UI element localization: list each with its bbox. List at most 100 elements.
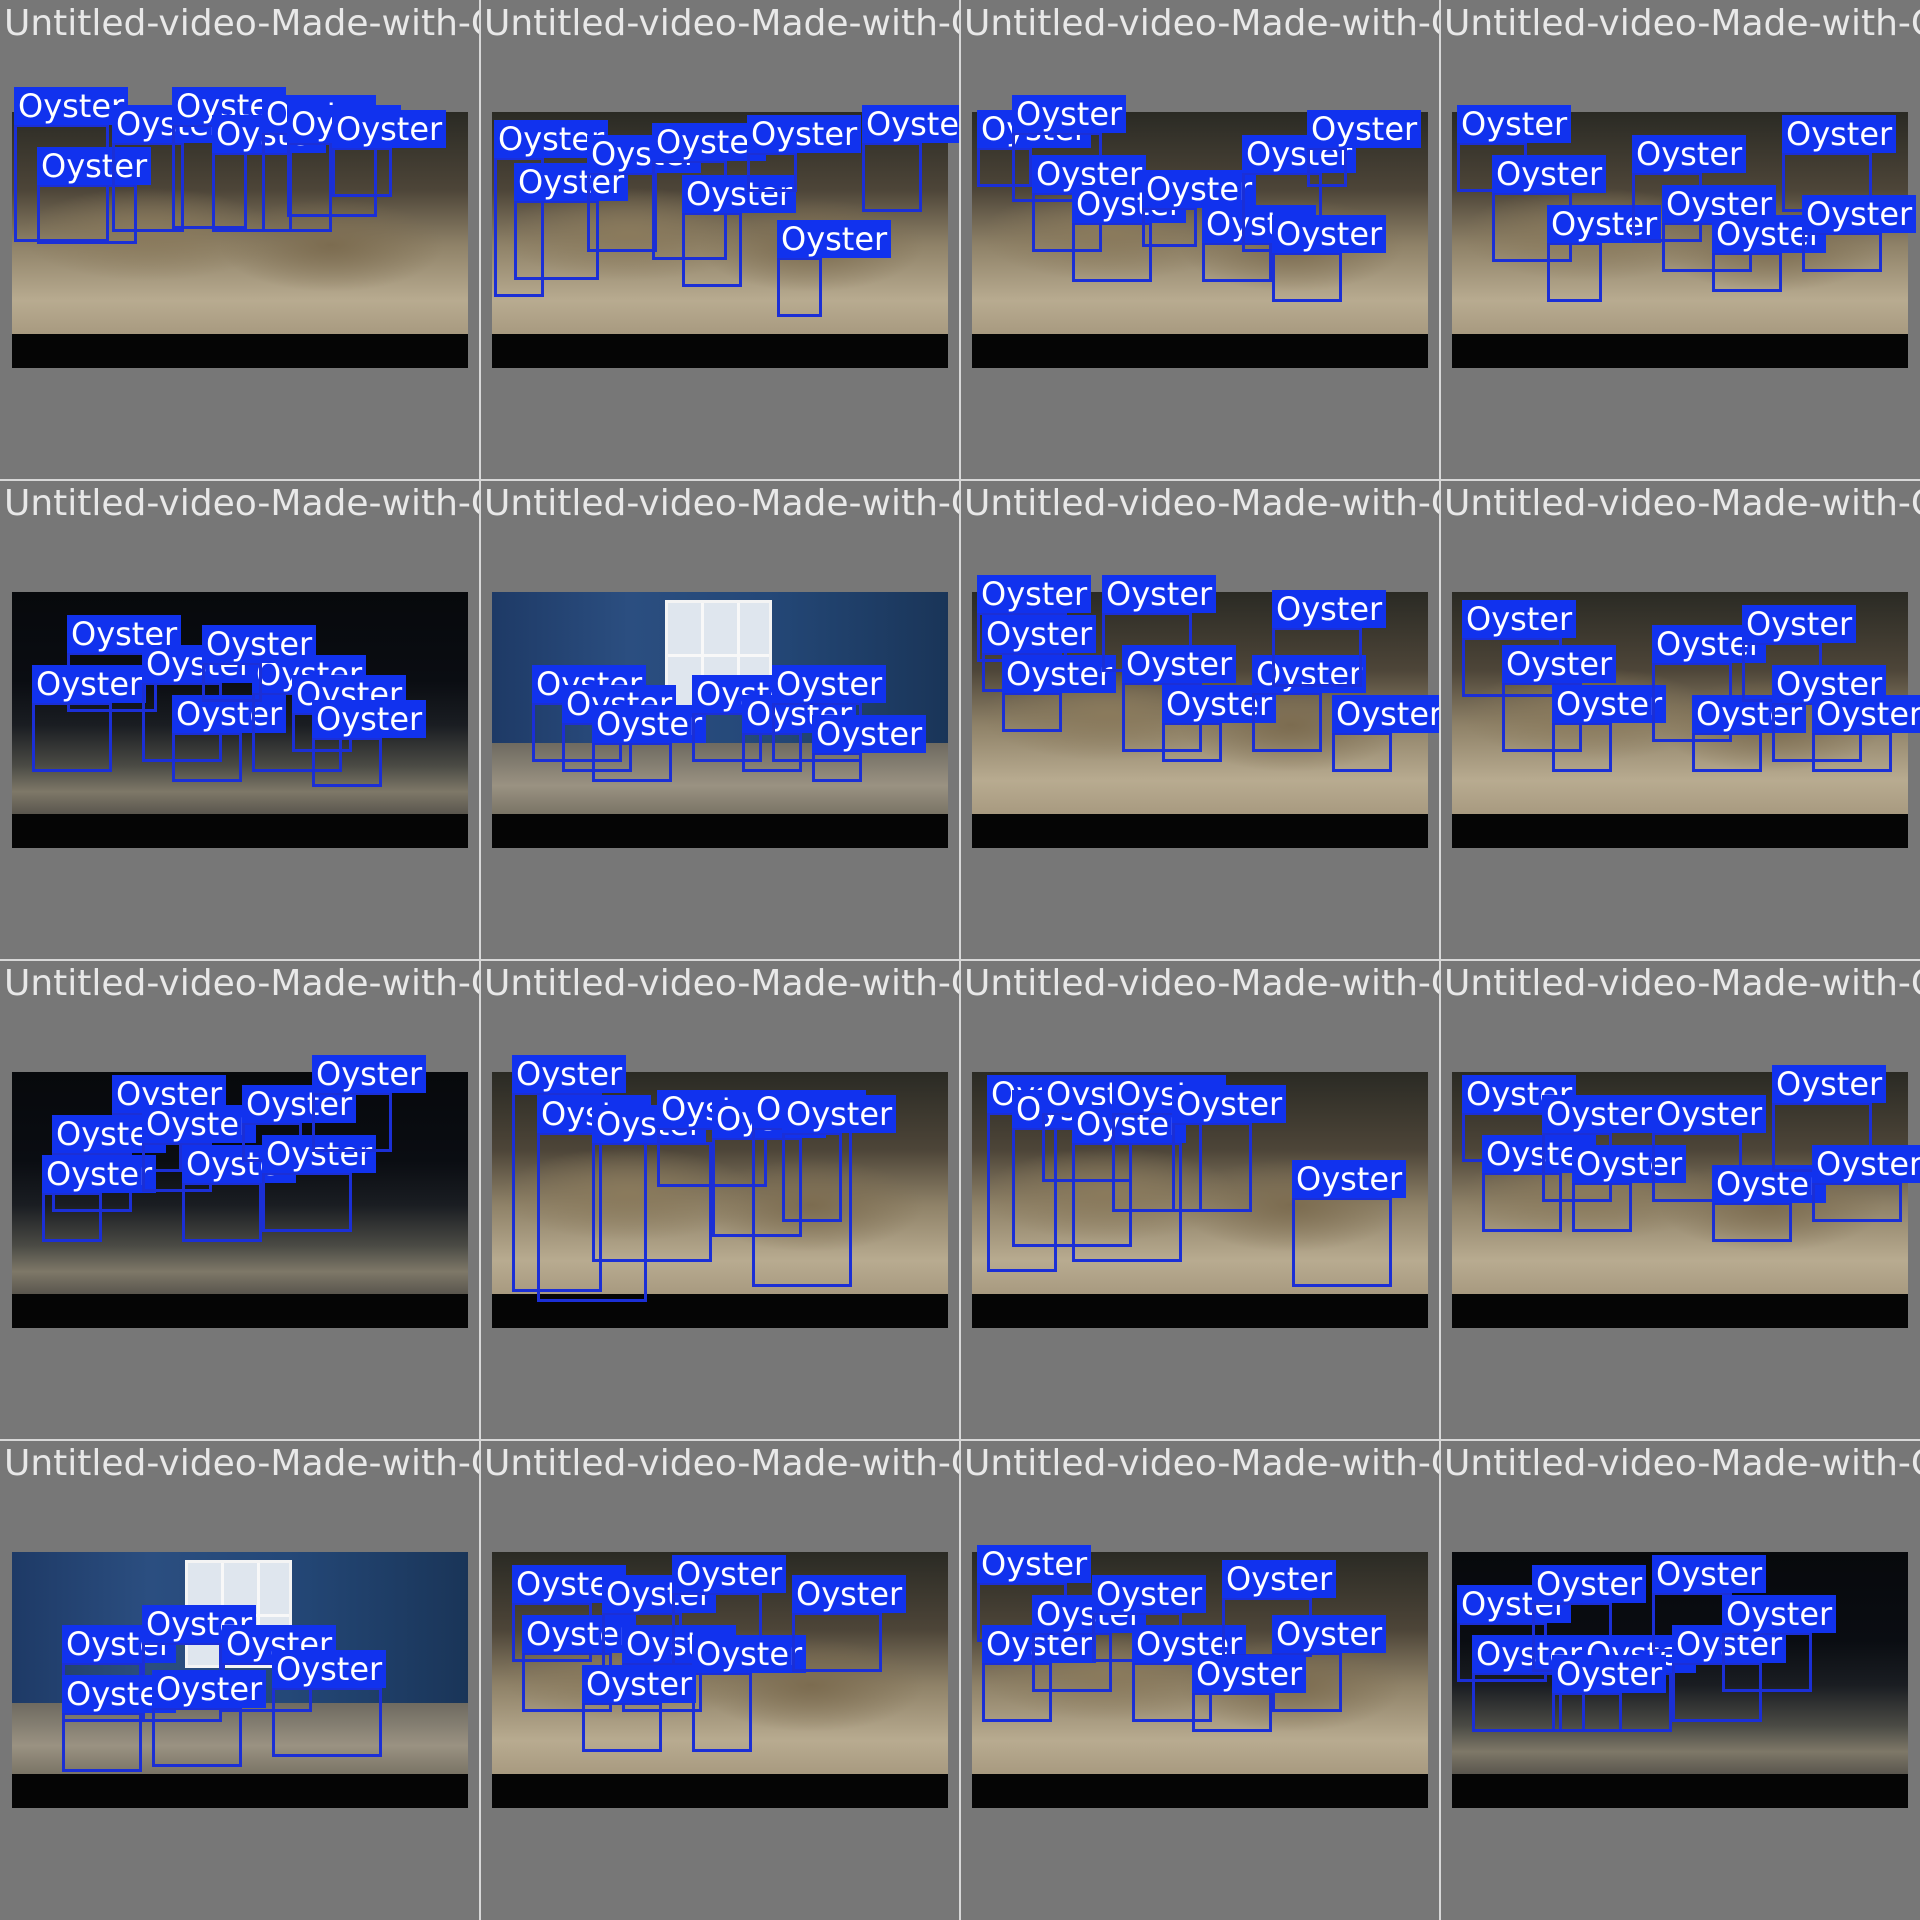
oyster-detection-box: Oyster (272, 1650, 387, 1757)
tile-title: Untitled-video-Made-with-Clipchamp_mp4-0 (964, 1443, 1440, 1484)
detection-layer: OysterOysterOysterOysterOysterOysterOyst… (960, 960, 1440, 1440)
detection-label: Oyster (1502, 645, 1617, 683)
detection-label: Oyster (1462, 600, 1577, 638)
grid-divider (1439, 0, 1441, 1920)
oyster-detection-box: Oyster (692, 1635, 807, 1752)
detection-label: Oyster (1532, 1565, 1647, 1603)
detection-label: Oyster (1332, 695, 1440, 733)
oyster-detection-box: Oyster (1292, 1160, 1407, 1287)
oyster-detection-box: Oyster (332, 110, 447, 197)
oyster-detection-box: Oyster (1572, 1145, 1687, 1232)
grid-divider (959, 0, 961, 1920)
oyster-detection-box: Oyster (1712, 215, 1827, 292)
detection-label: Oyster (1002, 655, 1117, 693)
oyster-detection-box: Oyster (312, 700, 427, 787)
detection-label: Oyster (862, 105, 960, 143)
detection-tile: Untitled-video-Made-with-Clipchamp_mp4-0… (1440, 0, 1920, 480)
detection-label: Oyster (1092, 1575, 1207, 1613)
oyster-detection-box: Oyster (1472, 1635, 1587, 1732)
detection-label: Oyster (312, 1055, 427, 1093)
oyster-detection-box: Oyster (1307, 110, 1422, 187)
tile-title: Untitled-video-Made-with-Clipchamp_mp4-0 (1444, 483, 1920, 524)
detection-tile: Untitled-video-Made-with-Clipchamp_mp4-0… (960, 480, 1440, 960)
detection-layer: Oyster Oyster Oyster Oyster Oyster Oyster (0, 1440, 480, 1920)
grid-divider (479, 0, 481, 1920)
detection-label: Oyster (1652, 1095, 1767, 1133)
detection-label: Oyster (1772, 1065, 1887, 1103)
oyster-detection-box: Oyster (1192, 1655, 1307, 1732)
tile-title: Untitled-video-Made-with-Clipchamp_mp4-0 (4, 3, 480, 44)
tile-title: Untitled-video-Made-with-Clipchamp_mp4-0 (964, 3, 1440, 44)
detection-label: Oyster (1742, 605, 1857, 643)
detection-tile: Untitled-video-Made-with-Clipchamp_mp4-0… (480, 0, 960, 480)
detection-label: Oyster (1122, 645, 1237, 683)
oyster-detection-box: Oyster (312, 1055, 427, 1152)
detection-label: Oyster (42, 1155, 157, 1193)
detection-label: Oyster (332, 110, 447, 148)
detection-label: Oyster (1192, 1655, 1307, 1693)
oyster-detection-box: Oyster (592, 705, 707, 782)
detection-label: Oyster (1457, 105, 1572, 143)
tile-title: Untitled-video-Made-with-Clipchamp_mp4-0 (484, 483, 960, 524)
detection-tile: Untitled-video-Made-with-Clipchamp_mp4-0… (1440, 960, 1920, 1440)
detection-label: Oyster (152, 1670, 267, 1708)
oyster-detection-box: Oyster (182, 1145, 297, 1242)
detection-label: Oyster (772, 665, 887, 703)
detection-label: Oyster (1222, 1560, 1337, 1598)
oyster-detection-box: Oyster (262, 1135, 377, 1232)
detection-label: Oyster (692, 1635, 807, 1673)
oyster-detection-box: Oyster (1142, 170, 1257, 247)
oyster-detection-box: Oyster (42, 1155, 157, 1242)
detection-tile: Untitled-video-Made-with-Clipchamp_mp4-0… (0, 0, 480, 480)
tile-title: Untitled-video-Made-with-Clipchamp_mp4-0 (4, 483, 480, 524)
oyster-detection-box: Oyster (682, 175, 797, 287)
detection-label: Oyster (1552, 1655, 1667, 1693)
detection-layer: OysterOysterOysterOysterOysterOysterOyst… (960, 0, 1440, 480)
oyster-detection-box: Oyster (1552, 1655, 1667, 1732)
tile-title: Untitled-video-Made-with-Clipchamp_mp4-0 (484, 3, 960, 44)
tile-title: Untitled-video-Made-with-Clipchamp_mp4-0 (964, 963, 1440, 1004)
detection-layer: OysterOysterOysterOysterOysterOysterOyst… (0, 960, 480, 1440)
detection-tile: Untitled-video-Made-with-Clipchamp_mp4-0… (1440, 1440, 1920, 1920)
oyster-detection-box: Oyster (782, 1095, 897, 1222)
detection-label: Oyster (1012, 95, 1127, 133)
detection-layer: OysterOysterOysterOysterOysterOysterOyst… (960, 480, 1440, 960)
detection-label: Oyster (1812, 1145, 1920, 1183)
detection-layer: OysterOysterOysterOysterOysterOysterOyst… (960, 1440, 1440, 1920)
detection-label: Oyster (777, 220, 892, 258)
detection-label: Oyster (1272, 1615, 1387, 1653)
detection-label: Oyster (1102, 575, 1217, 613)
detection-label: Oyster (747, 115, 862, 153)
detection-layer: OysterOysterOysterOysterOysterOysterOyst… (1440, 960, 1920, 1440)
detection-label: Oyster (1652, 1555, 1767, 1593)
detection-label: Oyster (1542, 1095, 1657, 1133)
detection-layer: OysterOysterOysterOysterOysterOysterOyst… (480, 960, 960, 1440)
detection-label: Oyster (782, 1095, 897, 1133)
oyster-detection-box: Oyster (1252, 655, 1367, 752)
oyster-detection-box: Oyster (1162, 685, 1277, 762)
detection-label: Oyster (977, 575, 1092, 613)
detection-layer: OysterOysterOysterOysterOysterOysterOyst… (0, 0, 480, 480)
detection-layer: OysterOysterOysterOysterOysterOysterOyst… (480, 1440, 960, 1920)
detection-label: Oyster (272, 1650, 387, 1688)
oyster-detection-box: Oyster (1002, 655, 1117, 732)
detection-layer: OysterOysterOysterOysterOysterOysterOyst… (1440, 480, 1920, 960)
oyster-detection-box: Oyster (812, 715, 927, 782)
detection-label: Oyster (982, 615, 1097, 653)
detection-layer: OysterOysterOysterOysterOysterOysterOyst… (1440, 1440, 1920, 1920)
oyster-detection-box: Oyster (1272, 215, 1387, 302)
detection-label: Oyster (1172, 1085, 1287, 1123)
detection-label: Oyster (1632, 135, 1747, 173)
tile-title: Untitled-video-Made-with-Clipchamp_mp4-0 (1444, 963, 1920, 1004)
detection-layer: OysterOysterOysterOysterOysterOysterOyst… (1440, 0, 1920, 480)
tile-title: Untitled-video-Made-with-Clipchamp_mp4-0 (4, 1443, 480, 1484)
detection-tile: Untitled-video-Made-with-Clipchamp_mp4-0… (960, 0, 1440, 480)
detection-label: Oyster (1722, 1595, 1837, 1633)
detection-label: Oyster (672, 1555, 787, 1593)
oyster-detection-box: Oyster (862, 105, 960, 212)
detection-label: Oyster (582, 1665, 697, 1703)
oyster-detection-box: Oyster (152, 1670, 267, 1767)
detection-tile: Untitled-video-Made-with-Clipchamp_mp4-0… (1440, 480, 1920, 960)
detection-label: Oyster (792, 1575, 907, 1613)
oyster-detection-box: Oyster (32, 665, 147, 772)
